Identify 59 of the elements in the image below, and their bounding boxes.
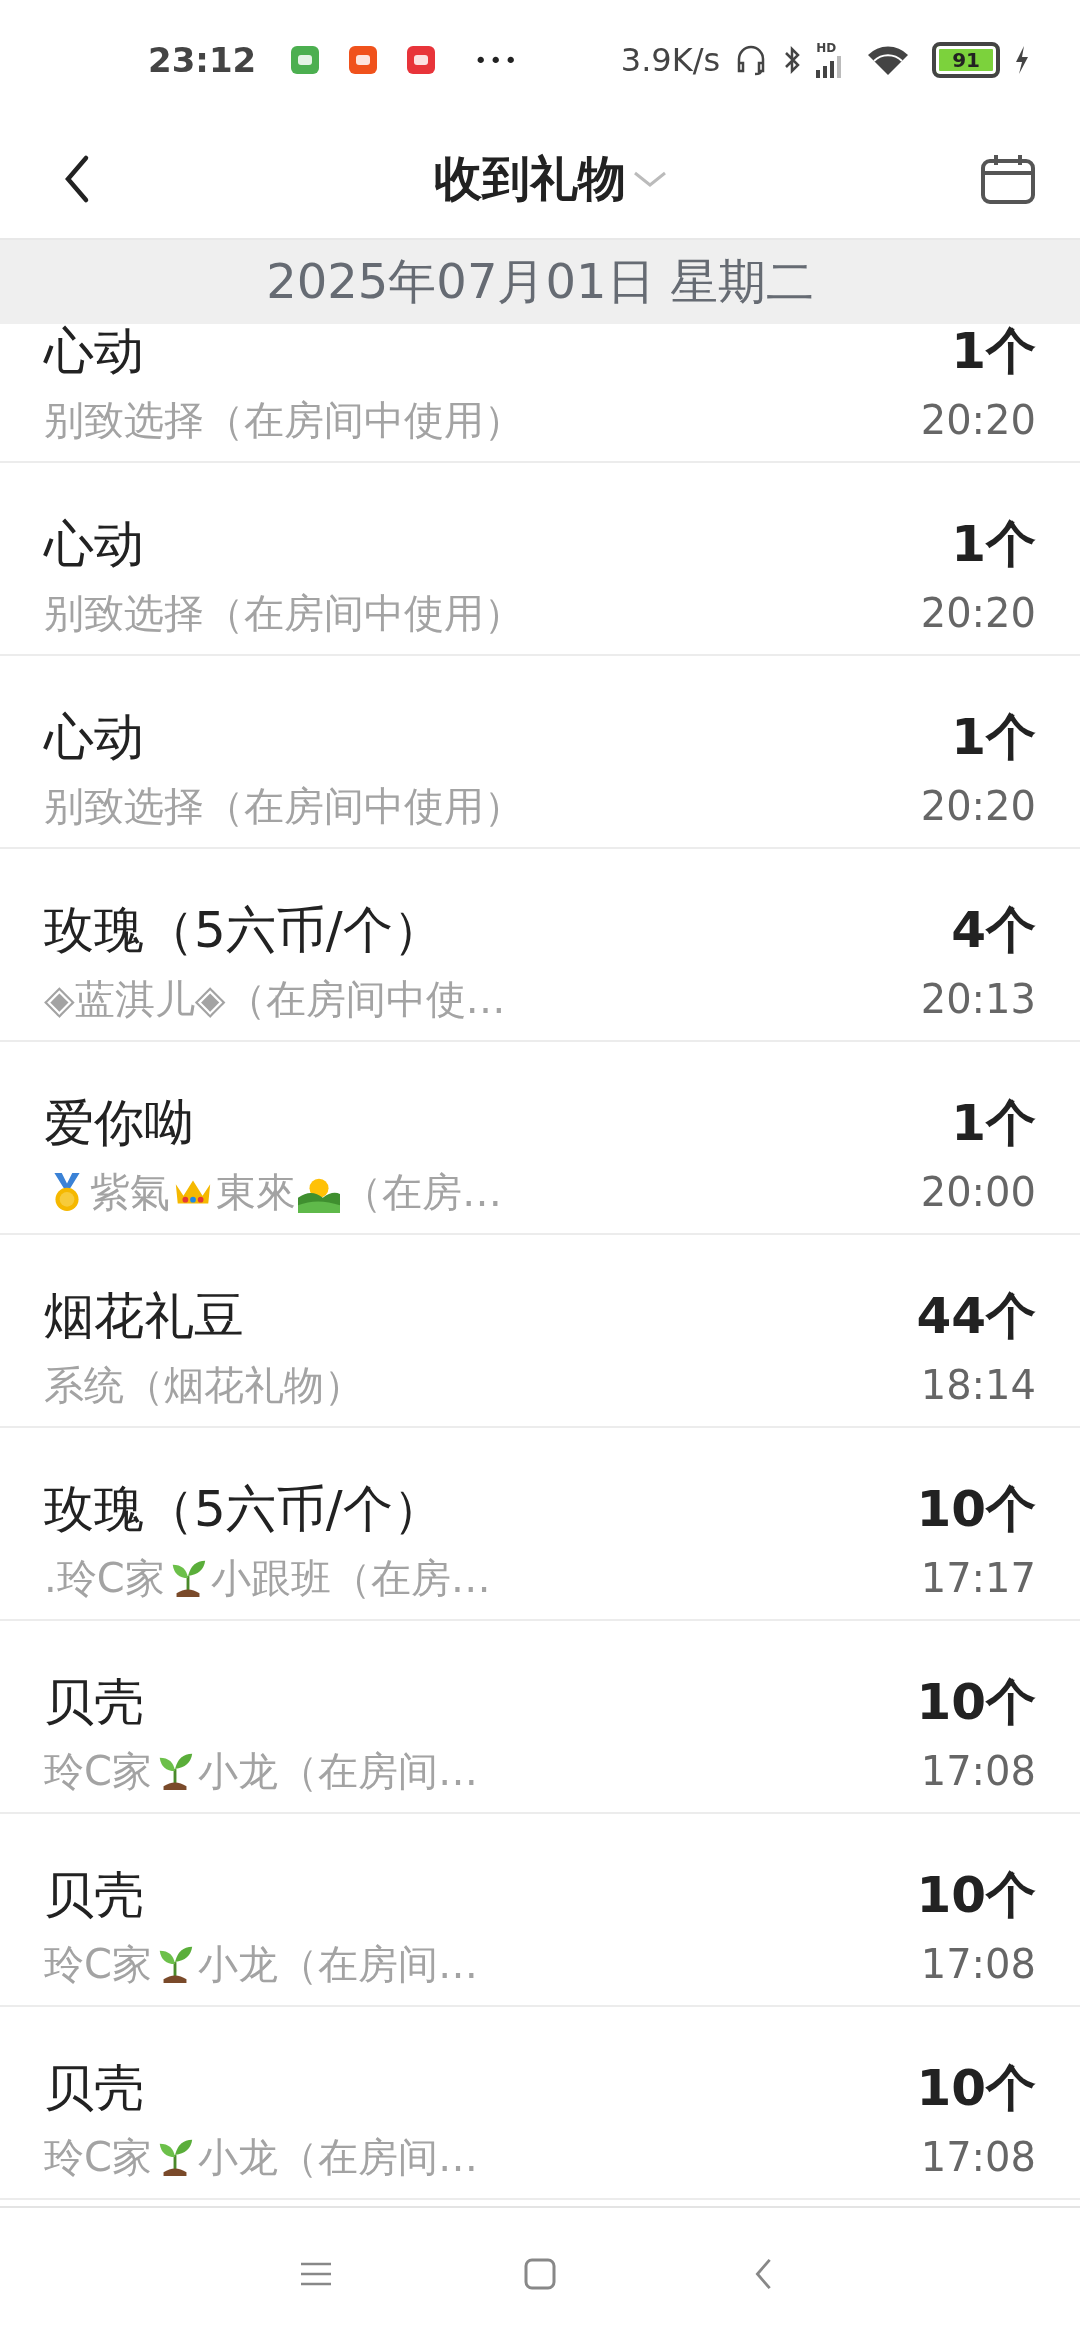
- gift-name: 贝壳: [44, 1672, 145, 1733]
- gift-count: 10个: [916, 1479, 1036, 1540]
- app-notification-icon: [406, 45, 437, 75]
- network-speed: 3.9K/s: [620, 41, 721, 79]
- gift-time: 18:14: [920, 1361, 1036, 1410]
- app-notification-icon: [290, 45, 321, 75]
- gift-count: 1个: [951, 321, 1036, 382]
- gift-time: 20:20: [920, 396, 1036, 445]
- calendar-icon[interactable]: [980, 153, 1036, 205]
- gift-count: 10个: [916, 1672, 1036, 1733]
- home-icon[interactable]: [523, 2257, 557, 2291]
- gift-name: 贝壳: [44, 1865, 145, 1926]
- gift-count: 10个: [916, 1865, 1036, 1926]
- sender-text: 别致选择（在房间中使用）: [44, 396, 524, 445]
- sender-text: 别致选择（在房间中使用）: [44, 782, 524, 831]
- gift-name: 心动: [44, 707, 145, 768]
- sender-text: 小龙（在房间…: [197, 1747, 478, 1796]
- gift-time: 20:13: [920, 975, 1036, 1024]
- gift-time: 20:20: [920, 782, 1036, 831]
- sender-text: ◈蓝淇儿◈（在房间中使…: [44, 975, 506, 1024]
- sender-text: 小龙（在房间…: [197, 1940, 478, 1989]
- gift-count: 1个: [951, 707, 1036, 768]
- gift-time: 20:20: [920, 589, 1036, 638]
- caret-icon[interactable]: [632, 169, 668, 189]
- sender-text: 玲C家: [44, 1940, 152, 1989]
- sender-text: 玲C家: [44, 1747, 152, 1796]
- sender-text: 小跟班（在房…: [210, 1554, 491, 1603]
- sender-text: .玲C家: [44, 1554, 165, 1603]
- gift-name: 贝壳: [44, 2058, 145, 2119]
- gift-name: 玫瑰（5六币/个）: [44, 1479, 444, 1540]
- sender-text: 東來: [216, 1168, 296, 1217]
- gift-time: 17:17: [920, 1554, 1036, 1603]
- sender-text: 别致选择（在房间中使用）: [44, 589, 524, 638]
- hd-label: HD: [816, 42, 837, 54]
- gift-count: 4个: [951, 900, 1036, 961]
- app-notification-icon: [348, 45, 379, 75]
- gift-time: 20:00: [920, 1168, 1036, 1217]
- sender-text: 紫氣: [90, 1168, 170, 1217]
- battery-indicator: 91: [932, 42, 1000, 78]
- gift-time: 17:08: [920, 1940, 1036, 1989]
- more-notifications: •••: [474, 47, 520, 73]
- gift-time: 17:08: [920, 1747, 1036, 1796]
- sender-text: 小龙（在房间…: [197, 2133, 478, 2182]
- sender-text: 玲C家: [44, 2133, 152, 2182]
- status-time: 23:12: [148, 40, 257, 80]
- date-text: 2025年07月01日 星期二: [266, 252, 814, 311]
- sender-text: （在房…: [342, 1168, 502, 1217]
- gift-count: 1个: [951, 1093, 1036, 1154]
- gift-name: 心动: [44, 321, 145, 382]
- gift-name: 心动: [44, 514, 145, 575]
- gift-count: 44个: [916, 1286, 1036, 1347]
- gift-time: 17:08: [920, 2133, 1036, 2182]
- gift-name: 玫瑰（5六币/个）: [44, 900, 444, 961]
- gift-name: 爱你呦: [44, 1093, 195, 1154]
- gift-name: 烟花礼豆: [44, 1286, 245, 1347]
- gift-count: 10个: [916, 2058, 1036, 2119]
- gift-count: 1个: [951, 514, 1036, 575]
- sender-text: 系统（烟花礼物）: [44, 1361, 364, 1410]
- page-title[interactable]: 收到礼物: [434, 147, 626, 211]
